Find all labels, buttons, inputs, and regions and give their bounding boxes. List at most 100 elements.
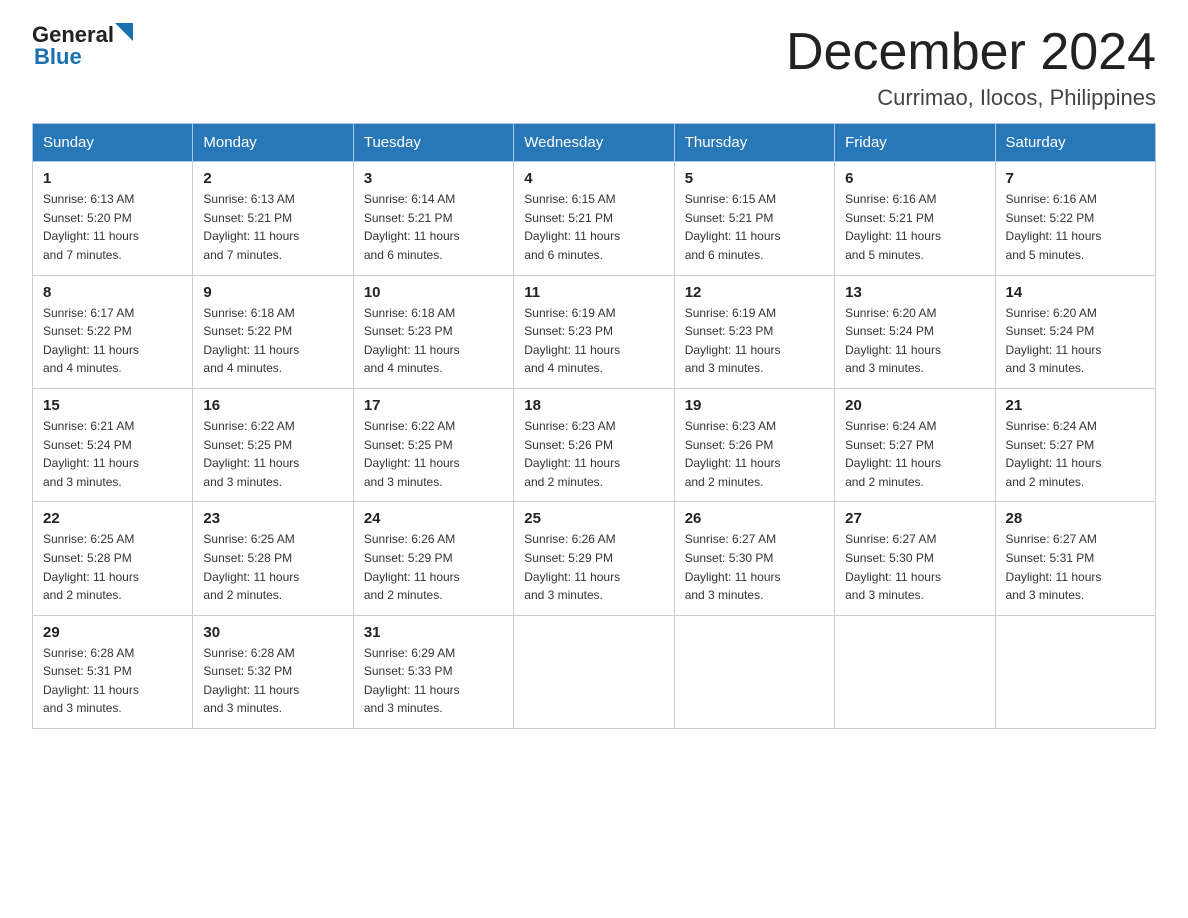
day-info: Sunrise: 6:15 AM Sunset: 5:21 PM Dayligh… xyxy=(685,190,824,264)
day-info: Sunrise: 6:23 AM Sunset: 5:26 PM Dayligh… xyxy=(524,417,663,491)
calendar-cell xyxy=(995,615,1155,728)
day-info: Sunrise: 6:14 AM Sunset: 5:21 PM Dayligh… xyxy=(364,190,503,264)
day-info: Sunrise: 6:25 AM Sunset: 5:28 PM Dayligh… xyxy=(43,530,182,604)
day-number: 23 xyxy=(203,510,342,527)
day-number: 17 xyxy=(364,397,503,414)
day-header-tuesday: Tuesday xyxy=(353,124,513,162)
day-number: 16 xyxy=(203,397,342,414)
day-number: 10 xyxy=(364,284,503,301)
week-row-4: 22 Sunrise: 6:25 AM Sunset: 5:28 PM Dayl… xyxy=(33,502,1156,615)
day-number: 21 xyxy=(1006,397,1145,414)
day-number: 9 xyxy=(203,284,342,301)
calendar-table: SundayMondayTuesdayWednesdayThursdayFrid… xyxy=(32,123,1156,729)
day-header-saturday: Saturday xyxy=(995,124,1155,162)
calendar-cell: 7 Sunrise: 6:16 AM Sunset: 5:22 PM Dayli… xyxy=(995,162,1155,275)
calendar-cell: 23 Sunrise: 6:25 AM Sunset: 5:28 PM Dayl… xyxy=(193,502,353,615)
day-header-wednesday: Wednesday xyxy=(514,124,674,162)
day-number: 2 xyxy=(203,170,342,187)
day-number: 20 xyxy=(845,397,984,414)
calendar-cell: 31 Sunrise: 6:29 AM Sunset: 5:33 PM Dayl… xyxy=(353,615,513,728)
calendar-cell: 21 Sunrise: 6:24 AM Sunset: 5:27 PM Dayl… xyxy=(995,388,1155,501)
calendar-cell: 18 Sunrise: 6:23 AM Sunset: 5:26 PM Dayl… xyxy=(514,388,674,501)
calendar-cell: 28 Sunrise: 6:27 AM Sunset: 5:31 PM Dayl… xyxy=(995,502,1155,615)
day-info: Sunrise: 6:17 AM Sunset: 5:22 PM Dayligh… xyxy=(43,304,182,378)
day-header-friday: Friday xyxy=(835,124,995,162)
calendar-cell: 14 Sunrise: 6:20 AM Sunset: 5:24 PM Dayl… xyxy=(995,275,1155,388)
day-info: Sunrise: 6:22 AM Sunset: 5:25 PM Dayligh… xyxy=(364,417,503,491)
calendar-cell: 19 Sunrise: 6:23 AM Sunset: 5:26 PM Dayl… xyxy=(674,388,834,501)
day-number: 22 xyxy=(43,510,182,527)
calendar-cell: 25 Sunrise: 6:26 AM Sunset: 5:29 PM Dayl… xyxy=(514,502,674,615)
page-header: General Blue December 2024 Currimao, Ilo… xyxy=(32,24,1156,111)
day-info: Sunrise: 6:13 AM Sunset: 5:20 PM Dayligh… xyxy=(43,190,182,264)
day-info: Sunrise: 6:27 AM Sunset: 5:30 PM Dayligh… xyxy=(685,530,824,604)
day-info: Sunrise: 6:20 AM Sunset: 5:24 PM Dayligh… xyxy=(845,304,984,378)
day-info: Sunrise: 6:18 AM Sunset: 5:23 PM Dayligh… xyxy=(364,304,503,378)
day-info: Sunrise: 6:19 AM Sunset: 5:23 PM Dayligh… xyxy=(524,304,663,378)
day-number: 14 xyxy=(1006,284,1145,301)
week-row-5: 29 Sunrise: 6:28 AM Sunset: 5:31 PM Dayl… xyxy=(33,615,1156,728)
week-row-3: 15 Sunrise: 6:21 AM Sunset: 5:24 PM Dayl… xyxy=(33,388,1156,501)
day-info: Sunrise: 6:24 AM Sunset: 5:27 PM Dayligh… xyxy=(1006,417,1145,491)
day-info: Sunrise: 6:26 AM Sunset: 5:29 PM Dayligh… xyxy=(524,530,663,604)
day-number: 15 xyxy=(43,397,182,414)
day-info: Sunrise: 6:28 AM Sunset: 5:31 PM Dayligh… xyxy=(43,644,182,718)
day-info: Sunrise: 6:18 AM Sunset: 5:22 PM Dayligh… xyxy=(203,304,342,378)
day-number: 5 xyxy=(685,170,824,187)
day-info: Sunrise: 6:26 AM Sunset: 5:29 PM Dayligh… xyxy=(364,530,503,604)
day-info: Sunrise: 6:27 AM Sunset: 5:30 PM Dayligh… xyxy=(845,530,984,604)
calendar-cell: 30 Sunrise: 6:28 AM Sunset: 5:32 PM Dayl… xyxy=(193,615,353,728)
calendar-cell: 26 Sunrise: 6:27 AM Sunset: 5:30 PM Dayl… xyxy=(674,502,834,615)
calendar-cell: 12 Sunrise: 6:19 AM Sunset: 5:23 PM Dayl… xyxy=(674,275,834,388)
day-number: 19 xyxy=(685,397,824,414)
day-info: Sunrise: 6:28 AM Sunset: 5:32 PM Dayligh… xyxy=(203,644,342,718)
day-headers-row: SundayMondayTuesdayWednesdayThursdayFrid… xyxy=(33,124,1156,162)
logo: General Blue xyxy=(32,24,133,70)
day-number: 18 xyxy=(524,397,663,414)
calendar-cell: 4 Sunrise: 6:15 AM Sunset: 5:21 PM Dayli… xyxy=(514,162,674,275)
day-info: Sunrise: 6:24 AM Sunset: 5:27 PM Dayligh… xyxy=(845,417,984,491)
calendar-cell: 20 Sunrise: 6:24 AM Sunset: 5:27 PM Dayl… xyxy=(835,388,995,501)
day-info: Sunrise: 6:16 AM Sunset: 5:22 PM Dayligh… xyxy=(1006,190,1145,264)
day-header-sunday: Sunday xyxy=(33,124,193,162)
location-subtitle: Currimao, Ilocos, Philippines xyxy=(786,85,1156,111)
calendar-cell: 8 Sunrise: 6:17 AM Sunset: 5:22 PM Dayli… xyxy=(33,275,193,388)
day-info: Sunrise: 6:16 AM Sunset: 5:21 PM Dayligh… xyxy=(845,190,984,264)
logo-general: General xyxy=(32,24,114,46)
day-number: 26 xyxy=(685,510,824,527)
day-number: 3 xyxy=(364,170,503,187)
day-info: Sunrise: 6:23 AM Sunset: 5:26 PM Dayligh… xyxy=(685,417,824,491)
day-header-monday: Monday xyxy=(193,124,353,162)
week-row-2: 8 Sunrise: 6:17 AM Sunset: 5:22 PM Dayli… xyxy=(33,275,1156,388)
calendar-cell: 13 Sunrise: 6:20 AM Sunset: 5:24 PM Dayl… xyxy=(835,275,995,388)
calendar-cell: 16 Sunrise: 6:22 AM Sunset: 5:25 PM Dayl… xyxy=(193,388,353,501)
month-title: December 2024 xyxy=(786,24,1156,81)
day-info: Sunrise: 6:27 AM Sunset: 5:31 PM Dayligh… xyxy=(1006,530,1145,604)
day-number: 6 xyxy=(845,170,984,187)
calendar-cell: 2 Sunrise: 6:13 AM Sunset: 5:21 PM Dayli… xyxy=(193,162,353,275)
title-block: December 2024 Currimao, Ilocos, Philippi… xyxy=(786,24,1156,111)
day-number: 4 xyxy=(524,170,663,187)
calendar-cell xyxy=(514,615,674,728)
day-number: 27 xyxy=(845,510,984,527)
calendar-cell: 27 Sunrise: 6:27 AM Sunset: 5:30 PM Dayl… xyxy=(835,502,995,615)
day-number: 24 xyxy=(364,510,503,527)
calendar-cell: 29 Sunrise: 6:28 AM Sunset: 5:31 PM Dayl… xyxy=(33,615,193,728)
week-row-1: 1 Sunrise: 6:13 AM Sunset: 5:20 PM Dayli… xyxy=(33,162,1156,275)
logo-triangle-icon xyxy=(115,23,133,41)
day-number: 8 xyxy=(43,284,182,301)
day-number: 30 xyxy=(203,624,342,641)
day-number: 7 xyxy=(1006,170,1145,187)
calendar-cell: 11 Sunrise: 6:19 AM Sunset: 5:23 PM Dayl… xyxy=(514,275,674,388)
day-header-thursday: Thursday xyxy=(674,124,834,162)
day-number: 29 xyxy=(43,624,182,641)
day-info: Sunrise: 6:19 AM Sunset: 5:23 PM Dayligh… xyxy=(685,304,824,378)
logo-blue: Blue xyxy=(32,44,82,70)
calendar-cell xyxy=(674,615,834,728)
day-number: 11 xyxy=(524,284,663,301)
day-number: 12 xyxy=(685,284,824,301)
calendar-cell: 9 Sunrise: 6:18 AM Sunset: 5:22 PM Dayli… xyxy=(193,275,353,388)
calendar-cell: 3 Sunrise: 6:14 AM Sunset: 5:21 PM Dayli… xyxy=(353,162,513,275)
day-info: Sunrise: 6:15 AM Sunset: 5:21 PM Dayligh… xyxy=(524,190,663,264)
day-info: Sunrise: 6:29 AM Sunset: 5:33 PM Dayligh… xyxy=(364,644,503,718)
